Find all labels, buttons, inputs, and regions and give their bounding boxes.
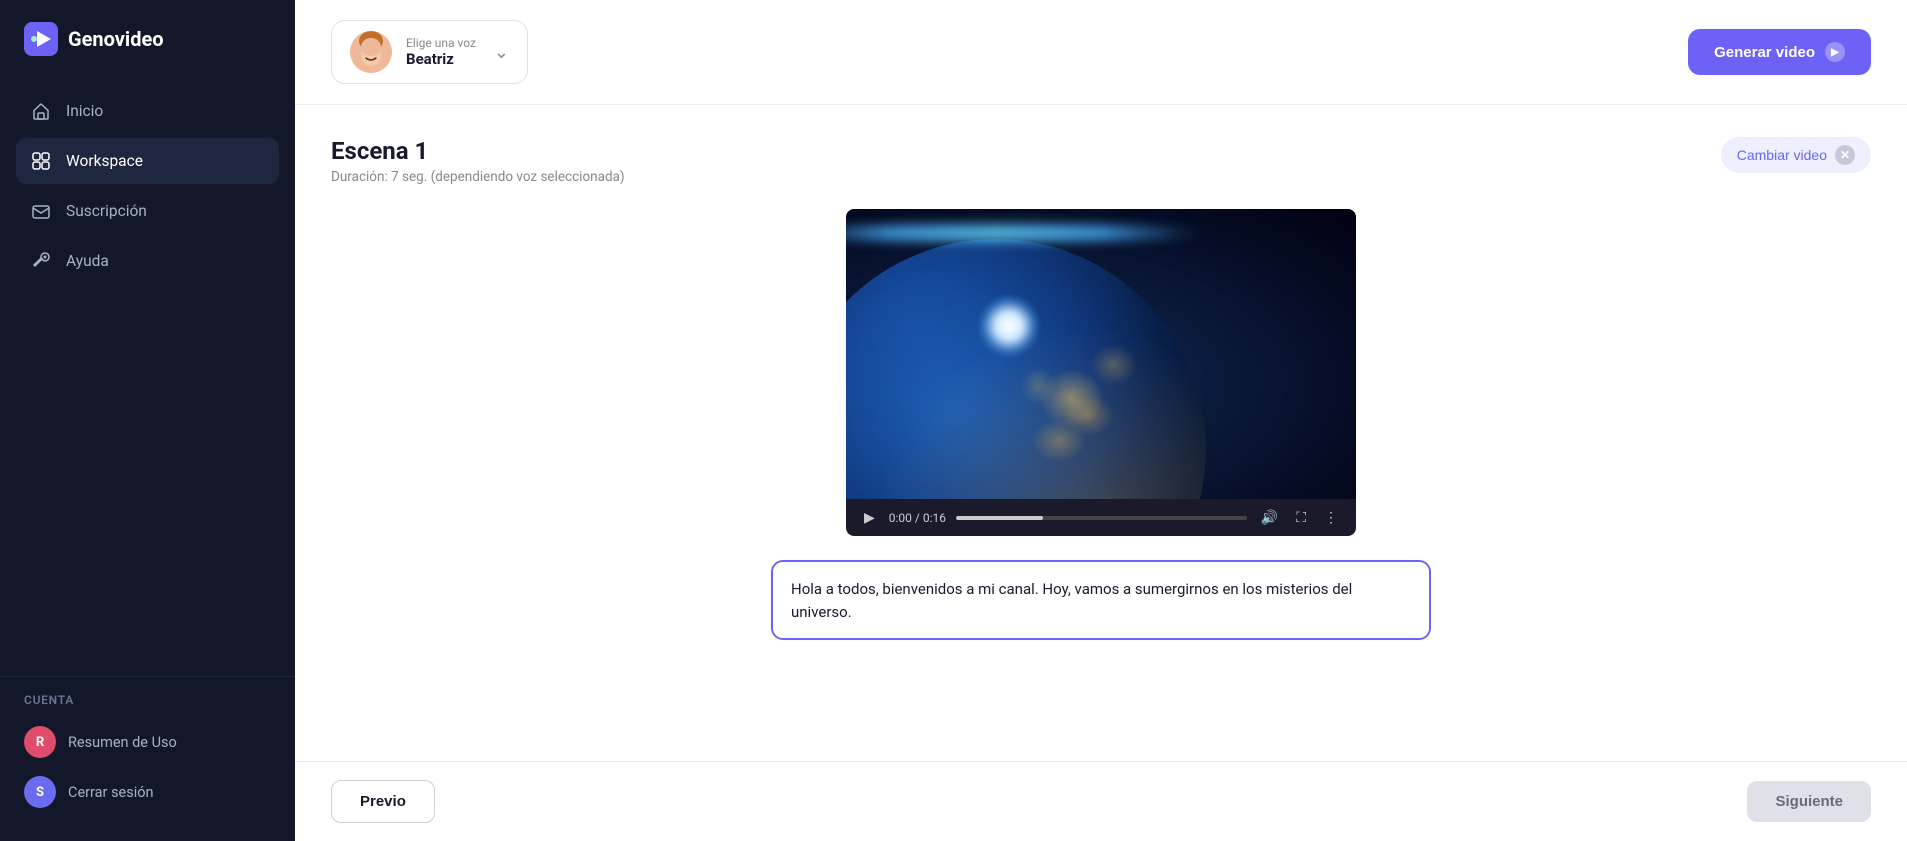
- sidebar-item-ayuda[interactable]: Ayuda: [16, 238, 279, 284]
- sidebar-item-inicio[interactable]: Inicio: [16, 88, 279, 134]
- voice-avatar: [350, 31, 392, 73]
- home-icon: [30, 100, 52, 122]
- next-button[interactable]: Siguiente: [1747, 781, 1871, 822]
- video-time: 0:00 / 0:16: [889, 511, 946, 525]
- sun-glow: [979, 296, 1039, 356]
- volume-button[interactable]: 🔊: [1257, 507, 1282, 528]
- change-video-label: Cambiar video: [1737, 147, 1827, 163]
- fullscreen-button[interactable]: ⛶: [1292, 507, 1310, 528]
- close-icon: ✕: [1835, 145, 1855, 165]
- sidebar-item-workspace[interactable]: Workspace: [16, 138, 279, 184]
- voice-name: Beatriz: [406, 50, 476, 68]
- voice-selector[interactable]: Elige una voz Beatriz ⌄: [331, 20, 528, 84]
- bottom-bar: Previo Siguiente: [295, 761, 1907, 841]
- video-container: ▶ 0:00 / 0:16 🔊 ⛶ ⋮: [846, 209, 1356, 536]
- mail-icon: [30, 200, 52, 222]
- top-bar: Elige una voz Beatriz ⌄ Generar video ▶: [295, 0, 1907, 105]
- progress-bar-fill: [956, 516, 1043, 520]
- scene-area: Escena 1 Duración: 7 seg. (dependiendo v…: [295, 105, 1907, 761]
- sidebar: Genovideo Inicio Workspace: [0, 0, 295, 841]
- sidebar-label-suscripcion: Suscripción: [66, 202, 147, 220]
- sidebar-label-workspace: Workspace: [66, 152, 143, 170]
- progress-bar[interactable]: [956, 516, 1247, 520]
- earth-arc: [846, 239, 1206, 499]
- change-video-button[interactable]: Cambiar video ✕: [1721, 137, 1871, 173]
- cerrar-sesion-label: Cerrar sesión: [68, 784, 154, 801]
- app-name: Genovideo: [68, 27, 164, 51]
- script-textarea[interactable]: [771, 560, 1431, 640]
- scene-header: Escena 1 Duración: 7 seg. (dependiendo v…: [331, 137, 1871, 185]
- workspace-icon: [30, 150, 52, 172]
- resumen-label: Resumen de Uso: [68, 734, 177, 751]
- generate-video-label: Generar video: [1714, 44, 1815, 61]
- voice-info: Elige una voz Beatriz: [406, 36, 476, 68]
- video-controls: ▶ 0:00 / 0:16 🔊 ⛶ ⋮: [846, 499, 1356, 536]
- sidebar-label-ayuda: Ayuda: [66, 252, 109, 270]
- avatar-r: R: [24, 726, 56, 758]
- avatar-s: S: [24, 776, 56, 808]
- voice-label: Elige una voz: [406, 36, 476, 50]
- scene-duration: Duración: 7 seg. (dependiendo voz selecc…: [331, 169, 625, 185]
- scene-title: Escena 1: [331, 137, 625, 165]
- chevron-down-icon: ⌄: [494, 42, 509, 63]
- logo-icon: [24, 22, 58, 56]
- sidebar-label-inicio: Inicio: [66, 102, 103, 120]
- sidebar-item-resumen[interactable]: R Resumen de Uso: [24, 717, 271, 767]
- script-input-area: [771, 560, 1431, 644]
- cuenta-section-label: Cuenta: [24, 693, 271, 707]
- city-lights: [846, 239, 1206, 499]
- generate-video-button[interactable]: Generar video ▶: [1688, 29, 1871, 75]
- app-logo: Genovideo: [0, 0, 295, 78]
- prev-button[interactable]: Previo: [331, 780, 435, 823]
- main-nav: Inicio Workspace Suscripción: [0, 78, 295, 676]
- more-options-button[interactable]: ⋮: [1320, 507, 1342, 528]
- sidebar-item-suscripcion[interactable]: Suscripción: [16, 188, 279, 234]
- play-pause-button[interactable]: ▶: [860, 507, 879, 528]
- main-content: Elige una voz Beatriz ⌄ Generar video ▶ …: [295, 0, 1907, 841]
- video-player: [846, 209, 1356, 499]
- play-circle-icon: ▶: [1825, 42, 1845, 62]
- scene-title-block: Escena 1 Duración: 7 seg. (dependiendo v…: [331, 137, 625, 185]
- sidebar-bottom: Cuenta R Resumen de Uso S Cerrar sesión: [0, 676, 295, 841]
- sidebar-item-cerrar-sesion[interactable]: S Cerrar sesión: [24, 767, 271, 817]
- tools-icon: [30, 250, 52, 272]
